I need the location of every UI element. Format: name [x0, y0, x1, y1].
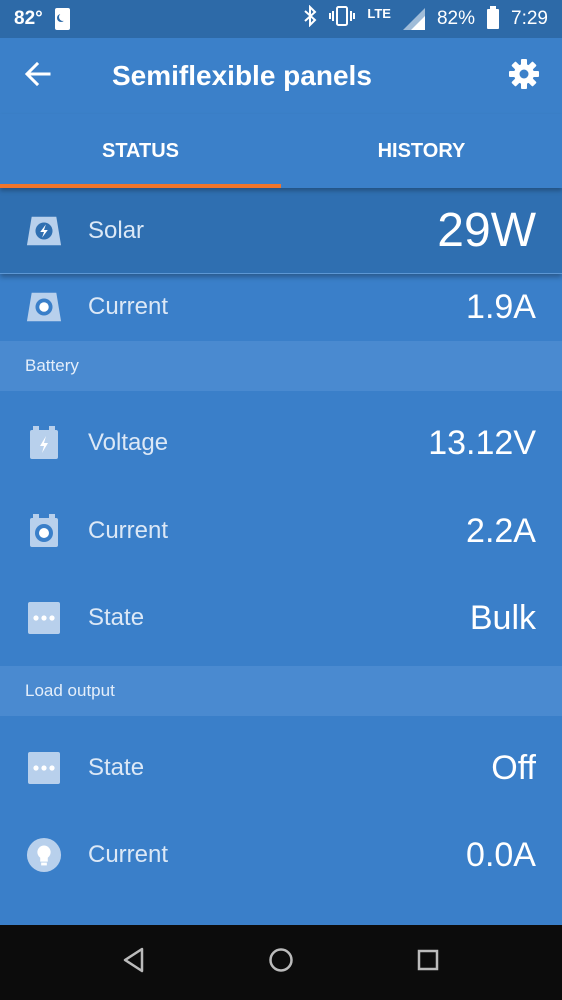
home-circle-icon — [268, 947, 294, 978]
vibrate-icon — [329, 5, 356, 33]
battery-current-icon — [26, 513, 62, 549]
battery-voltage-value: 13.12V — [428, 423, 536, 462]
solar-current-icon — [26, 289, 62, 325]
solar-value: 29W — [437, 204, 536, 257]
solar-panel-icon — [26, 213, 62, 249]
nav-back-button[interactable] — [104, 933, 164, 993]
nav-recents-button[interactable] — [398, 933, 458, 993]
back-triangle-icon — [122, 947, 146, 978]
temperature-text: 82° — [14, 8, 43, 29]
recents-square-icon — [416, 948, 440, 977]
battery-state-value: Bulk — [469, 598, 536, 637]
battery-section-header: Battery — [0, 341, 562, 391]
battery-current-row: Current 2.2A — [0, 485, 562, 577]
status-bar: 82° LTE 82% 7:29 — [0, 0, 562, 38]
status-content: Solar 29W Current 1.9A Battery Voltage 1… — [0, 188, 562, 925]
battery-state-row: State Bulk — [0, 574, 562, 662]
battery-state-label: State — [88, 604, 145, 631]
load-current-label: Current — [88, 841, 169, 868]
nav-home-button[interactable] — [251, 933, 311, 993]
solar-label: Solar — [88, 216, 145, 244]
solar-current-label: Current — [88, 293, 169, 320]
battery-icon — [487, 6, 500, 29]
battery-percent-text: 82% — [436, 8, 476, 29]
solar-current-row: Current 1.9A — [0, 274, 562, 340]
tab-status[interactable]: STATUS — [0, 114, 281, 188]
tab-history[interactable]: HISTORY — [281, 114, 562, 188]
arrow-left-icon — [24, 60, 52, 93]
back-button[interactable] — [0, 38, 76, 114]
dots-icon — [26, 750, 62, 786]
system-nav-bar — [0, 925, 562, 1000]
signal-icon — [402, 8, 425, 30]
load-output-section-header: Load output — [0, 666, 562, 716]
lightbulb-icon — [26, 837, 62, 873]
solar-power-row: Solar 29W — [0, 188, 562, 274]
bluetooth-icon — [303, 4, 317, 33]
battery-current-label: Current — [88, 517, 169, 544]
moon-notification-icon — [54, 8, 70, 30]
battery-voltage-icon — [26, 425, 62, 461]
solar-current-value: 1.9A — [466, 287, 536, 326]
battery-voltage-row: Voltage 13.12V — [0, 391, 562, 495]
load-current-value: 0.0A — [466, 835, 536, 874]
page-title: Semiflexible panels — [112, 60, 372, 91]
gear-icon — [508, 58, 540, 95]
settings-button[interactable] — [486, 38, 562, 114]
tab-bar: STATUS HISTORY — [0, 114, 562, 188]
battery-voltage-label: Voltage — [88, 429, 169, 456]
dots-icon — [26, 600, 62, 636]
load-state-value: Off — [491, 748, 536, 787]
network-type-text: LTE — [367, 5, 391, 21]
load-state-row: State Off — [0, 724, 562, 812]
battery-current-value: 2.2A — [466, 511, 536, 550]
app-bar: Semiflexible panels — [0, 38, 562, 114]
load-current-row: Current 0.0A — [0, 811, 562, 899]
load-state-label: State — [88, 754, 145, 781]
clock-text: 7:29 — [511, 8, 548, 29]
